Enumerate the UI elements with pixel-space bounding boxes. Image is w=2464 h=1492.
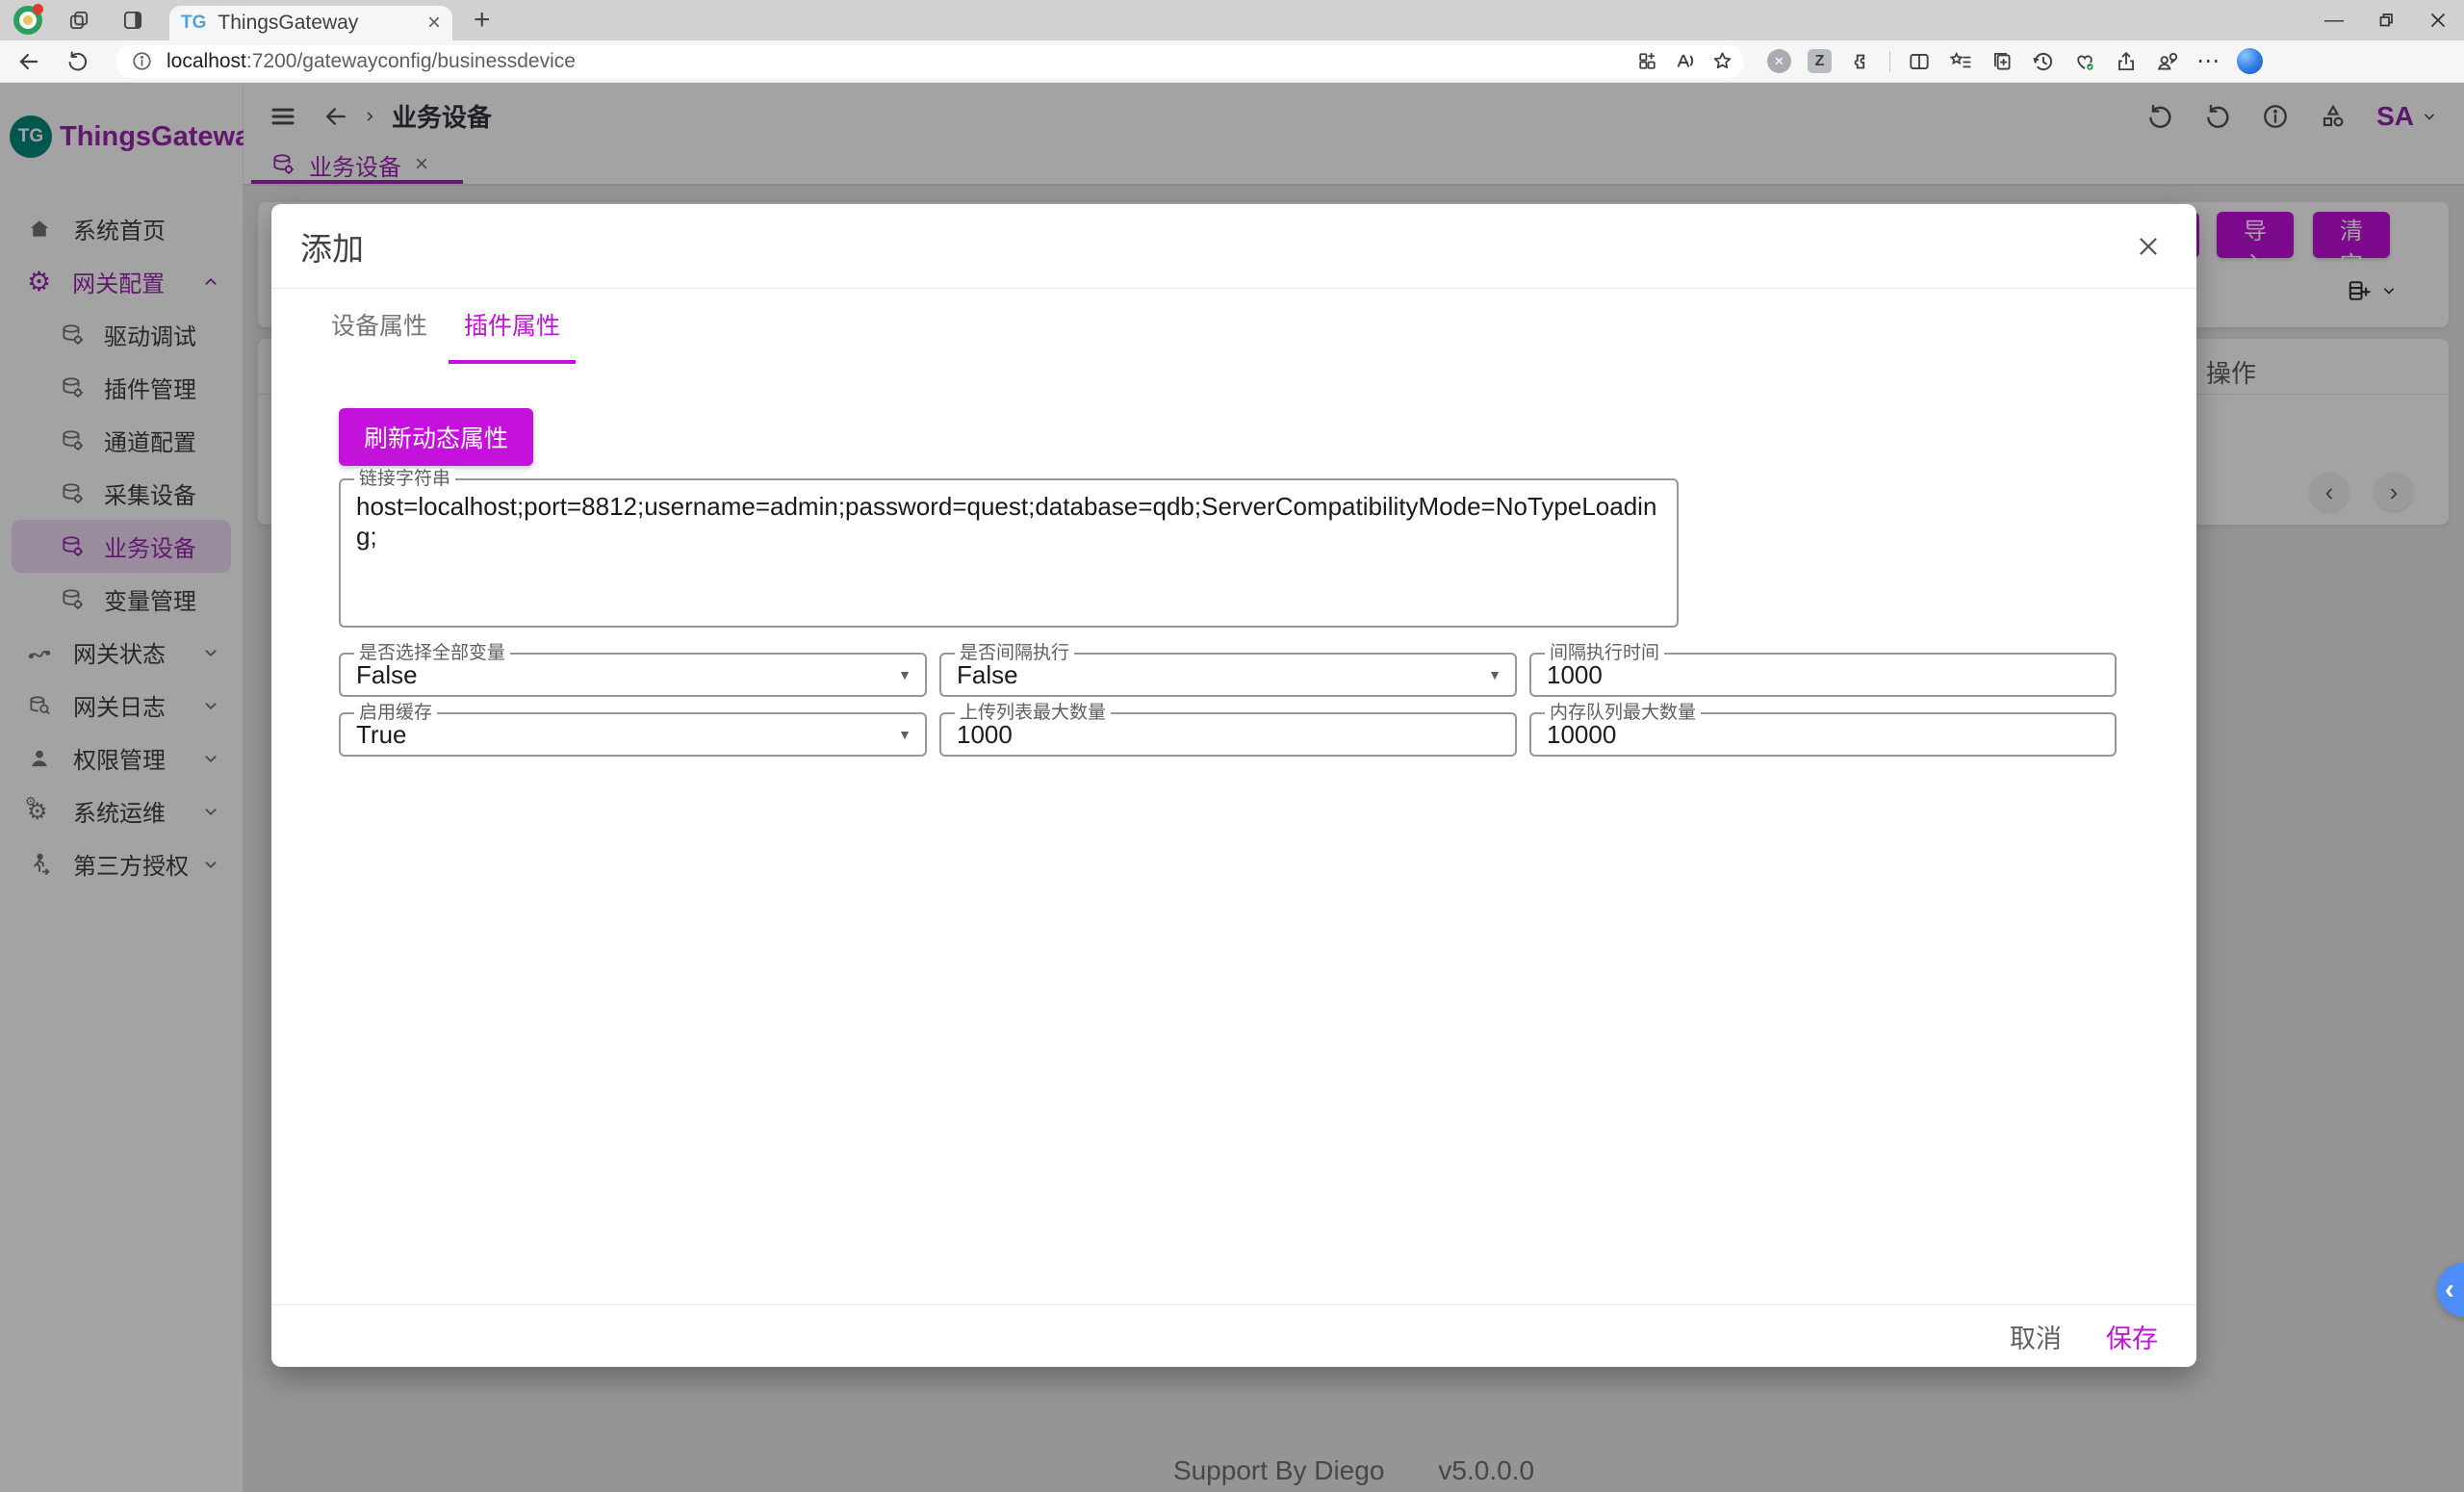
dialog-close-icon[interactable] <box>2129 227 2168 266</box>
close-window-button[interactable] <box>2412 0 2464 40</box>
address-bar[interactable]: localhost:7200/gatewayconfig/businessdev… <box>116 45 1744 78</box>
workspaces-icon[interactable] <box>60 6 98 35</box>
more-menu-icon[interactable]: ⋯ <box>2196 47 2220 75</box>
people-icon[interactable] <box>2155 49 2180 74</box>
read-aloud-icon[interactable] <box>1673 49 1697 73</box>
site-info-icon[interactable] <box>131 50 153 72</box>
add-dialog: 添加 设备属性 插件属性 刷新动态属性 链接字符串 host=localhost… <box>271 204 2196 1367</box>
url-text: localhost:7200/gatewayconfig/businessdev… <box>167 50 1635 73</box>
interval-execute-field[interactable]: 是否间隔执行 False ▼ <box>939 653 1517 697</box>
save-button[interactable]: 保存 <box>2106 1318 2158 1355</box>
caret-down-icon[interactable]: ▼ <box>898 727 911 742</box>
minimize-button[interactable]: — <box>2308 0 2360 40</box>
browser-tab-title: ThingsGateway <box>218 12 427 35</box>
favorites-icon[interactable] <box>1948 49 1973 74</box>
refresh-dynamic-props-button[interactable]: 刷新动态属性 <box>339 408 533 466</box>
caret-down-icon[interactable]: ▼ <box>1488 667 1502 682</box>
browser-essentials-icon[interactable] <box>2072 49 2097 74</box>
select-all-variables-field[interactable]: 是否选择全部变量 False ▼ <box>339 653 927 697</box>
extension-z-icon[interactable]: Z <box>1808 49 1832 73</box>
dialog-body: 刷新动态属性 链接字符串 host=localhost;port=8812;us… <box>271 364 2196 1304</box>
browser-back-button[interactable] <box>12 45 46 78</box>
dialog-header: 添加 <box>271 204 2196 289</box>
extensions-puzzle-icon[interactable] <box>1848 49 1873 74</box>
restore-button[interactable] <box>2360 0 2412 40</box>
connection-string-field[interactable]: 链接字符串 host=localhost;port=8812;username=… <box>339 478 1679 628</box>
divider <box>1889 51 1890 72</box>
memory-queue-max-field[interactable]: 内存队列最大数量 <box>1529 712 2117 757</box>
upload-list-max-field[interactable]: 上传列表最大数量 <box>939 712 1517 757</box>
connection-string-input[interactable]: host=localhost;port=8812;username=admin;… <box>341 480 1677 626</box>
share-icon[interactable] <box>2114 49 2139 74</box>
extensions-row: ✕ Z ⋯ <box>1767 47 2263 75</box>
apps-grid-icon[interactable] <box>1635 49 1659 73</box>
dialog-footer: 取消 保存 <box>271 1304 2196 1367</box>
new-tab-button[interactable]: + <box>474 6 491 35</box>
split-screen-icon[interactable] <box>1907 49 1932 74</box>
copilot-icon[interactable] <box>2237 48 2263 74</box>
collections-icon[interactable] <box>1989 49 2015 74</box>
browser-toolbar: localhost:7200/gatewayconfig/businessdev… <box>0 40 2464 83</box>
notification-dot <box>33 4 43 14</box>
browser-refresh-button[interactable] <box>60 45 94 78</box>
browser-tab-strip: TG ThingsGateway × + — <box>0 0 2464 40</box>
tab-close-icon[interactable]: × <box>427 12 441 35</box>
tab-plugin-properties[interactable]: 插件属性 <box>449 289 576 364</box>
extension-icon[interactable]: ✕ <box>1767 49 1791 73</box>
page: TG ThingsGateway 系统首页 ⚙ 网关配置 驱动调试 <box>0 83 2464 1492</box>
connection-string-label: 链接字符串 <box>354 469 455 491</box>
dialog-title: 添加 <box>300 223 364 270</box>
dialog-tabs: 设备属性 插件属性 <box>271 289 2196 364</box>
window-controls: — <box>2308 0 2464 40</box>
browser-logo-icon[interactable] <box>13 6 42 35</box>
browser-tab[interactable]: TG ThingsGateway × <box>169 6 452 40</box>
favicon: TG <box>181 13 206 34</box>
tab-actions-icon[interactable] <box>114 6 152 35</box>
plugin-fields-grid: 是否选择全部变量 False ▼ 是否间隔执行 False ▼ 间隔执行时间 <box>339 653 2127 757</box>
interval-time-field[interactable]: 间隔执行时间 <box>1529 653 2117 697</box>
history-icon[interactable] <box>2031 49 2056 74</box>
tab-device-properties[interactable]: 设备属性 <box>316 289 443 364</box>
caret-down-icon[interactable]: ▼ <box>898 667 911 682</box>
cancel-button[interactable]: 取消 <box>2010 1318 2062 1355</box>
enable-cache-field[interactable]: 启用缓存 True ▼ <box>339 712 927 757</box>
favorite-star-icon[interactable] <box>1710 49 1734 73</box>
screen: TG ThingsGateway × + — localhost:7200/ga… <box>0 0 2464 1492</box>
